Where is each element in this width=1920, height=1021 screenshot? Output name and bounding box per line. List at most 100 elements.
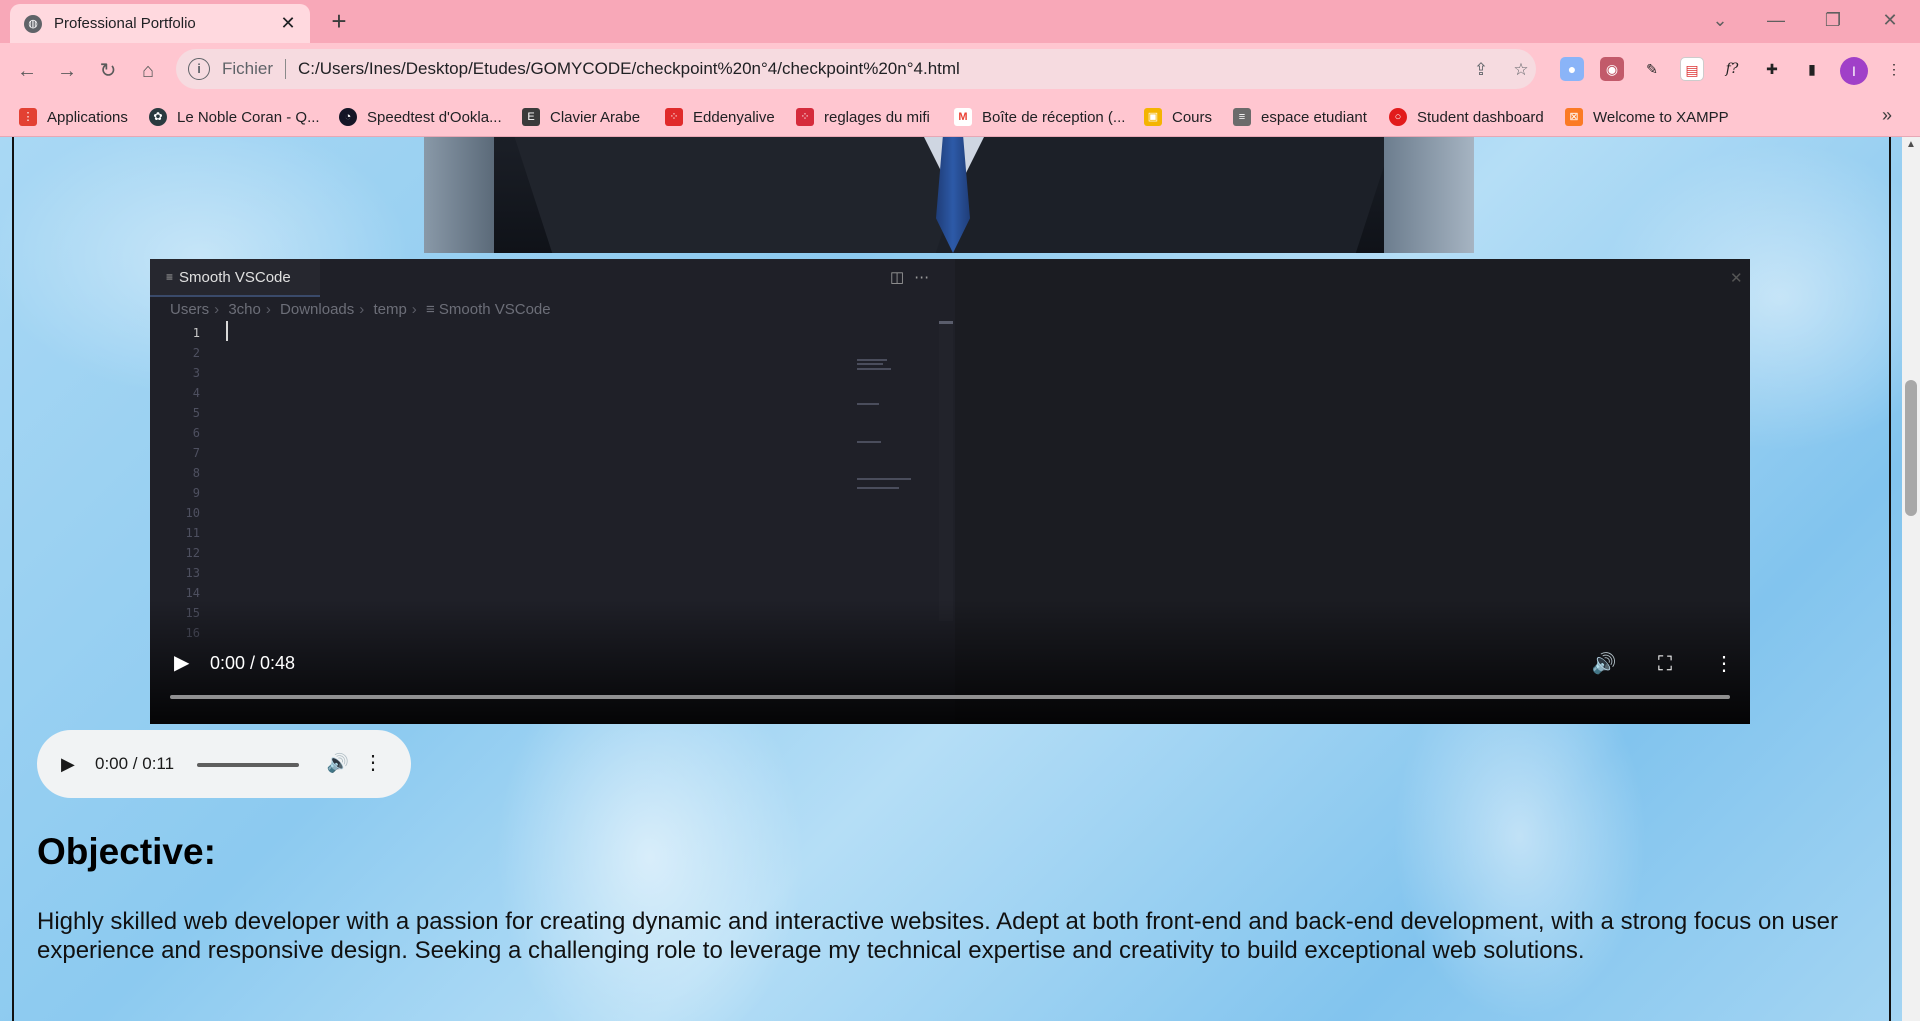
editor-breadcrumbs: Users › 3cho › Downloads › temp › ≡ Smooth V…	[170, 301, 551, 318]
bookmark-label: reglages du mifi	[824, 108, 930, 126]
bookmark-star-icon[interactable]: ☆	[1510, 59, 1532, 81]
bookmark-welcome-to-xampp[interactable]: ⊠ Welcome to XAMPP	[1565, 106, 1729, 128]
calendar-extension-icon[interactable]: ▤	[1680, 57, 1704, 81]
breadcrumb-item: 3cho	[228, 301, 261, 318]
address-url[interactable]: C:/Users/Ines/Desktop/Etudes/GOMYCODE/ch…	[298, 59, 960, 79]
line-number: 1	[192, 326, 200, 340]
breadcrumb-item: temp	[373, 301, 407, 318]
bookmark-label: Speedtest d'Ookla...	[367, 108, 502, 126]
video-player[interactable]: ≡ Smooth VSCode ◫⋯ Users › 3cho › Download…	[150, 259, 1750, 724]
file-lines-icon: ≡	[166, 270, 174, 284]
restore-button[interactable]: ❐	[1815, 6, 1851, 34]
video-progress-bar[interactable]	[170, 695, 1730, 699]
address-bar[interactable]: i Fichier C:/Users/Ines/Desktop/Etudes/G…	[176, 49, 1536, 89]
bookmark-le-noble-coran[interactable]: ✿ Le Noble Coran - Q...	[149, 106, 320, 128]
speedtest-icon: ◔	[339, 108, 357, 126]
video-play-button[interactable]: ▶	[174, 652, 196, 674]
breadcrumb-item: Downloads	[280, 301, 355, 318]
audio-progress-bar[interactable]	[197, 763, 299, 767]
bookmark-boite-de-reception[interactable]: M Boîte de réception (...	[954, 106, 1125, 128]
tab-search-icon[interactable]: ⌄	[1702, 6, 1738, 34]
globe-icon: ◍	[24, 14, 42, 33]
split-editor-icon: ◫⋯	[890, 269, 940, 286]
bookmark-label: Cours	[1172, 108, 1213, 126]
objective-text: Highly skilled web developer with a pass…	[37, 908, 1839, 964]
forward-button[interactable]: →	[52, 56, 82, 86]
line-number: 11	[185, 526, 200, 540]
audio-play-button[interactable]: ▶	[61, 752, 83, 776]
eddenyalive-icon: ⁘	[665, 108, 683, 126]
line-number: 8	[192, 466, 200, 480]
line-number: 2	[192, 346, 200, 360]
back-button[interactable]: ←	[12, 56, 42, 86]
classroom-icon: ▣	[1144, 108, 1162, 126]
bookmark-reglages-du-mifi[interactable]: ⁘ reglages du mifi	[796, 106, 930, 128]
menu-kebab-icon[interactable]: ⋮	[1882, 57, 1906, 81]
line-number: 5	[192, 406, 200, 420]
bookmark-applications[interactable]: ⋮ Applications	[19, 106, 128, 128]
bookmark-speedtest[interactable]: ◔ Speedtest d'Ookla...	[339, 106, 502, 128]
line-number: 6	[192, 426, 200, 440]
quran-icon: ✿	[149, 108, 167, 126]
address-scheme: Fichier	[222, 59, 274, 78]
home-button[interactable]: ⌂	[133, 56, 163, 86]
side-panel-icon[interactable]: ▮	[1800, 57, 1824, 81]
scrollbar-thumb[interactable]	[1905, 380, 1917, 516]
student-space-icon: ≡	[1233, 108, 1251, 126]
page-scrollbar[interactable]: ▲	[1902, 137, 1920, 1021]
bookmark-cours[interactable]: ▣ Cours	[1144, 106, 1212, 128]
editor-close-icon: ✕	[1730, 270, 1743, 287]
bookmark-label: Eddenyalive	[693, 108, 775, 126]
audio-volume-button[interactable]: 🔊	[325, 750, 351, 776]
video-volume-button[interactable]: 🔊	[1591, 651, 1617, 677]
bookmark-label: Clavier Arabe	[550, 108, 641, 126]
page-viewport: ≡ Smooth VSCode ◫⋯ Users › 3cho › Download…	[0, 137, 1902, 1021]
share-icon[interactable]: ⇪	[1470, 59, 1492, 81]
gmail-icon: M	[954, 108, 972, 126]
browser-toolbar: ← → ↻ ⌂ i Fichier C:/Users/Ines/Desktop/…	[0, 43, 1920, 97]
profile-avatar[interactable]: I	[1840, 57, 1868, 85]
breadcrumb-item: Smooth VSCode	[438, 301, 551, 318]
bookmark-espace-etudiant[interactable]: ≡ espace etudiant	[1233, 106, 1367, 128]
dashboard-icon: ○	[1389, 108, 1407, 126]
bookmark-label: Applications	[47, 108, 128, 126]
tab-strip: ◍ Professional Portfolio ✕ + ⌄ — ❐ ✕	[0, 0, 1920, 43]
color-picker-icon[interactable]: ✎	[1640, 57, 1664, 81]
keyboard-icon: E	[522, 108, 540, 126]
scroll-up-arrow-icon[interactable]: ▲	[1902, 139, 1920, 155]
tab-professional-portfolio[interactable]: ◍ Professional Portfolio ✕	[10, 4, 310, 43]
line-number: 13	[185, 566, 200, 580]
line-number: 10	[185, 506, 200, 520]
audio-player[interactable]: ▶ 0:00 / 0:11 🔊 ⋮	[37, 730, 411, 798]
audio-more-options-button[interactable]: ⋮	[363, 750, 383, 776]
line-number: 3	[192, 366, 200, 380]
editor-tab-label: Smooth VSCode	[179, 268, 291, 286]
address-separator	[285, 59, 287, 79]
mifi-icon: ⁘	[796, 108, 814, 126]
bookmarks-bar: ⋮ Applications ✿ Le Noble Coran - Q... ◔…	[0, 97, 1920, 137]
lens-extension-icon[interactable]: ●	[1560, 57, 1584, 81]
bookmarks-overflow-button[interactable]: »	[1882, 105, 1892, 126]
video-controls-shade	[150, 599, 1750, 724]
apps-grid-icon: ⋮	[19, 108, 37, 126]
close-window-button[interactable]: ✕	[1872, 6, 1908, 34]
reload-button[interactable]: ↻	[93, 56, 123, 86]
close-tab-icon[interactable]: ✕	[278, 13, 298, 34]
formula-extension-icon[interactable]: f?	[1720, 57, 1744, 81]
extensions-puzzle-icon[interactable]: ✚	[1760, 57, 1784, 81]
bookmark-student-dashboard[interactable]: ○ Student dashboard	[1389, 106, 1544, 128]
minimize-button[interactable]: —	[1758, 6, 1794, 34]
new-tab-button[interactable]: +	[325, 8, 353, 36]
bookmark-clavier-arabe[interactable]: E Clavier Arabe	[522, 106, 640, 128]
editor-minimap	[857, 323, 947, 623]
editor-tab: ≡ Smooth VSCode	[150, 259, 320, 297]
objective-heading: Objective:	[37, 831, 216, 872]
extension-icon[interactable]: ◉	[1600, 57, 1624, 81]
video-more-options-button[interactable]: ⋮	[1711, 651, 1737, 677]
bookmark-label: Boîte de réception (...	[982, 108, 1126, 126]
info-icon[interactable]: i	[188, 58, 210, 80]
video-time: 0:00 / 0:48	[210, 653, 296, 673]
video-fullscreen-button[interactable]: ⛶	[1652, 651, 1678, 677]
line-number: 12	[185, 546, 200, 560]
bookmark-eddenyalive[interactable]: ⁘ Eddenyalive	[665, 106, 775, 128]
